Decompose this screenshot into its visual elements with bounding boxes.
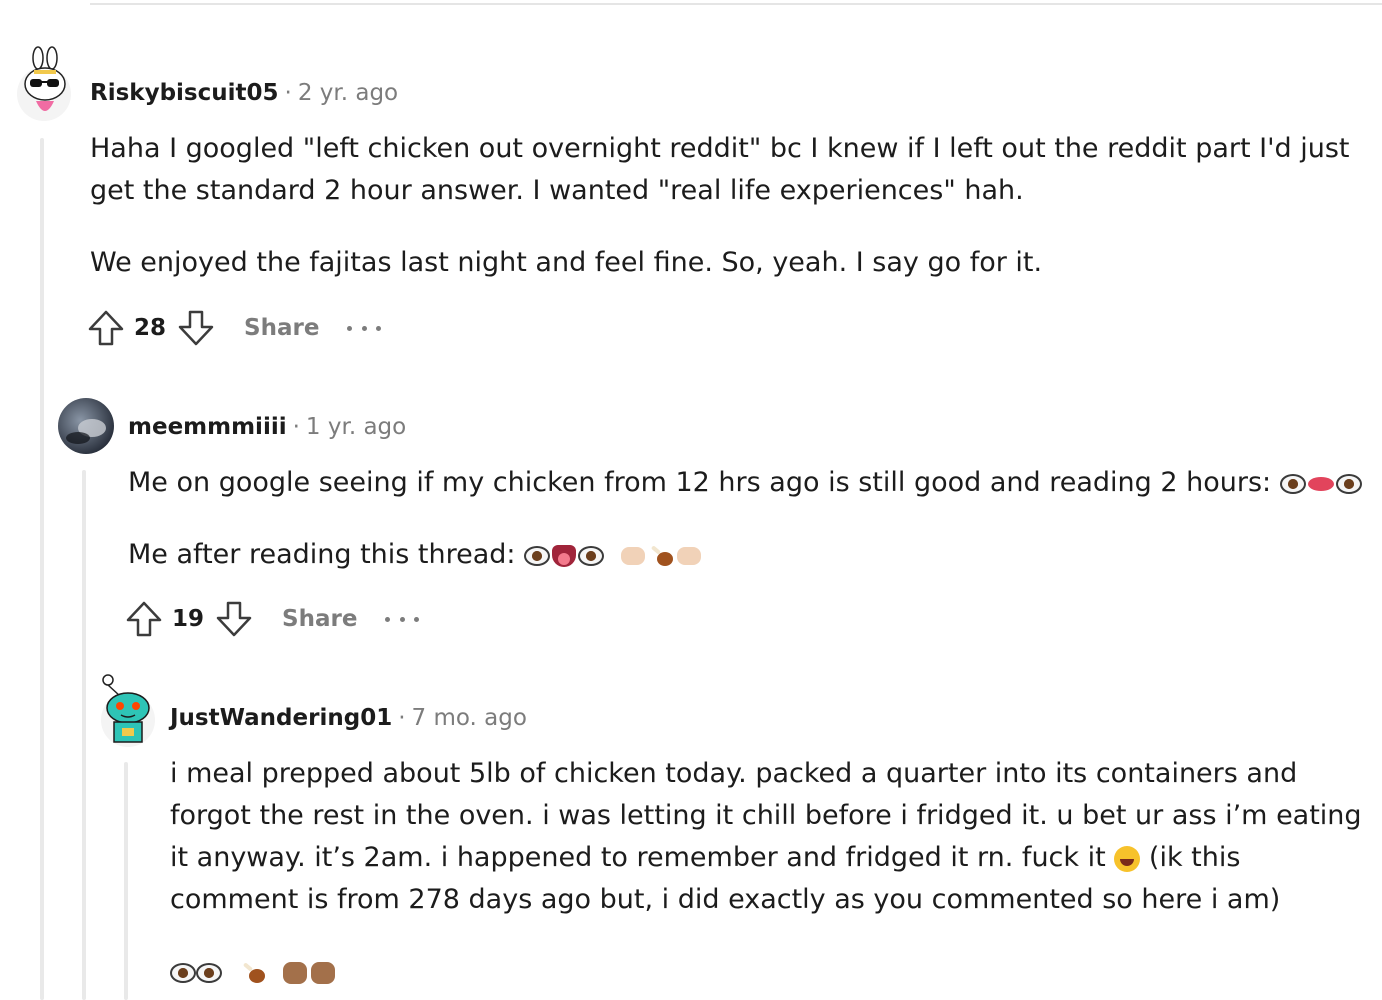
- comment-paragraph: Me after reading this thread:: [128, 539, 516, 570]
- comment-meta-1: Riskybiscuit05 · 2 yr. ago: [90, 80, 398, 106]
- avatar-riskybiscuit05[interactable]: [16, 46, 72, 122]
- eyes-lips-emoji: [1279, 473, 1362, 494]
- comment-meta-2: meemmmiiii · 1 yr. ago: [128, 414, 406, 440]
- avatar-meemmmiiii[interactable]: [58, 398, 114, 454]
- timestamp[interactable]: 2 yr. ago: [298, 80, 398, 106]
- downvote-button[interactable]: [176, 308, 216, 348]
- comment-paragraph: Haha I googled "left chicken out overnig…: [90, 133, 1350, 206]
- comment-actions-1: 28 Share: [86, 306, 382, 350]
- photo-avatar-icon: [58, 398, 114, 454]
- comment-paragraph: We enjoyed the fajitas last night and fe…: [90, 247, 1043, 278]
- vote-score: 19: [172, 606, 205, 632]
- downvote-arrow-icon: [178, 310, 214, 346]
- upvote-arrow-icon: [88, 310, 124, 346]
- upvote-arrow-icon: [126, 601, 162, 637]
- tears-of-joy-emoji: [1114, 845, 1141, 872]
- bunny-avatar-icon: [17, 46, 71, 121]
- thread-line-level-3[interactable]: [124, 762, 128, 1000]
- drumstick-emoji: [239, 963, 267, 983]
- comment-body-1: Haha I googled "left chicken out overnig…: [90, 128, 1380, 284]
- hands-drumstick-emoji: [619, 546, 703, 566]
- meta-separator: ·: [292, 414, 300, 440]
- raised-hands-emoji: [281, 961, 337, 984]
- timestamp[interactable]: 1 yr. ago: [306, 414, 406, 440]
- ellipsis-icon: [347, 325, 353, 331]
- share-button[interactable]: Share: [244, 315, 319, 341]
- more-options-button[interactable]: [385, 614, 420, 624]
- upvote-button[interactable]: [124, 599, 164, 639]
- eyes-emoji: [170, 962, 222, 983]
- downvote-arrow-icon: [216, 601, 252, 637]
- timestamp[interactable]: 7 mo. ago: [412, 705, 527, 731]
- thread-line-level-2[interactable]: [82, 470, 86, 1000]
- comment-actions-2: 19 Share: [124, 597, 420, 641]
- emoji-line: [170, 951, 1370, 993]
- vote-score: 28: [134, 315, 167, 341]
- upvote-button[interactable]: [86, 308, 126, 348]
- comment-meta-3: JustWandering01 · 7 mo. ago: [170, 705, 527, 731]
- meta-separator: ·: [284, 80, 292, 106]
- comment-paragraph-with-emoji: Me after reading this thread:: [128, 534, 1378, 576]
- eyes-tongue-emoji: [524, 544, 605, 567]
- downvote-button[interactable]: [214, 599, 254, 639]
- meta-separator: ·: [398, 705, 406, 731]
- comment-paragraph-with-emoji: Me on google seeing if my chicken from 1…: [128, 462, 1378, 504]
- top-divider: [90, 3, 1382, 5]
- snoo-avatar-icon: [101, 674, 155, 747]
- ellipsis-icon: [385, 616, 391, 622]
- comment-body-2: Me on google seeing if my chicken from 1…: [128, 462, 1378, 576]
- avatar-justwandering01[interactable]: [100, 672, 156, 748]
- more-options-button[interactable]: [347, 323, 382, 333]
- author-name[interactable]: meemmmiiii: [128, 414, 287, 440]
- author-name[interactable]: Riskybiscuit05: [90, 80, 279, 106]
- comment-paragraph: Me on google seeing if my chicken from 1…: [128, 467, 1272, 498]
- comment-body-3: i meal prepped about 5lb of chicken toda…: [170, 753, 1370, 993]
- thread-line-level-1[interactable]: [40, 138, 44, 1000]
- share-button[interactable]: Share: [282, 606, 357, 632]
- comment-paragraph-with-emoji: i meal prepped about 5lb of chicken toda…: [170, 753, 1370, 921]
- author-name[interactable]: JustWandering01: [170, 705, 392, 731]
